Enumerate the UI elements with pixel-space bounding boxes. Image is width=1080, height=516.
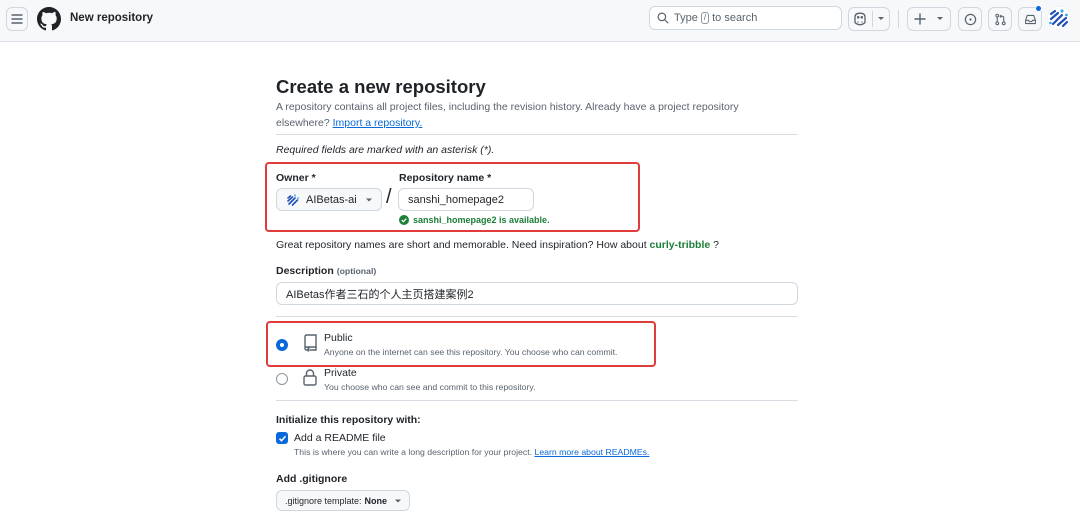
hamburger-icon — [11, 14, 23, 24]
divider — [276, 400, 798, 401]
search-shortcut-key: / — [700, 12, 710, 24]
readme-checkbox[interactable] — [276, 432, 288, 444]
owner-select[interactable]: AIBetas-ai — [276, 188, 382, 211]
repo-name-label: Repository name * — [399, 172, 492, 184]
init-heading: Initialize this repository with: — [276, 414, 421, 426]
pull-request-icon — [994, 13, 1006, 25]
public-radio[interactable] — [276, 339, 288, 351]
github-logo-icon[interactable] — [37, 7, 61, 31]
search-suffix: to search — [712, 12, 758, 24]
availability-message: sanshi_homepage2 is available. — [399, 215, 550, 225]
chevron-down-icon — [366, 198, 372, 202]
avatar-logo-icon — [1047, 6, 1071, 30]
chevron-down-icon — [395, 499, 401, 503]
gitignore-heading: Add .gitignore — [276, 473, 348, 485]
owner-repo-separator: / — [386, 186, 392, 208]
plus-icon — [914, 13, 926, 25]
repo-icon — [304, 334, 317, 352]
divider — [276, 134, 798, 135]
availability-text: sanshi_homepage2 is available. — [413, 215, 550, 225]
description-input[interactable] — [276, 282, 798, 305]
inbox-icon — [1024, 14, 1036, 24]
owner-value: AIBetas-ai — [306, 193, 357, 206]
readme-hint-text: This is where you can write a long descr… — [294, 447, 533, 457]
check-circle-icon — [399, 215, 409, 225]
learn-more-readmes-link[interactable]: Learn more about READMEs. — [534, 447, 649, 457]
lock-icon — [303, 369, 317, 386]
top-header: New repository Type / to search — [0, 0, 1080, 42]
copilot-split — [872, 11, 873, 27]
required-note: Required fields are marked with an aster… — [276, 144, 495, 156]
private-title: Private — [324, 367, 357, 379]
gitignore-prefix: .gitignore template: — [285, 495, 362, 506]
search-prefix: Type — [674, 12, 698, 24]
repository-name-input[interactable] — [398, 188, 534, 211]
public-title: Public — [324, 332, 353, 344]
issue-opened-icon — [964, 13, 976, 25]
pull-requests-button[interactable] — [988, 7, 1012, 31]
gitignore-value: None — [364, 495, 388, 506]
chevron-down-icon[interactable] — [877, 10, 885, 26]
search-input[interactable]: Type / to search — [649, 6, 842, 30]
readme-label[interactable]: Add a README file — [294, 432, 386, 444]
private-radio[interactable] — [276, 373, 288, 385]
divider — [276, 316, 798, 317]
copilot-icon — [854, 12, 866, 26]
public-highlight — [266, 321, 656, 367]
private-description: You choose who can see and commit to thi… — [324, 382, 536, 392]
hint-text: Great repository names are short and mem… — [276, 239, 647, 251]
page-title: New repository — [70, 12, 154, 24]
readme-hint: This is where you can write a long descr… — [294, 447, 649, 457]
import-repository-link[interactable]: Import a repository. — [333, 117, 423, 129]
menu-button[interactable] — [6, 7, 28, 31]
description-label-text: Description — [276, 265, 334, 277]
notification-dot — [1035, 5, 1042, 12]
issues-button[interactable] — [958, 7, 982, 31]
name-hint: Great repository names are short and mem… — [276, 239, 719, 251]
copilot-button[interactable] — [848, 7, 890, 31]
description-label: Description (optional) — [276, 265, 376, 277]
check-icon — [278, 435, 286, 442]
header-divider — [898, 10, 899, 28]
gitignore-select[interactable]: .gitignore template: None — [276, 490, 410, 511]
name-suggestion[interactable]: curly-tribble — [650, 239, 711, 251]
page-subtitle: A repository contains all project files,… — [276, 99, 776, 131]
public-description: Anyone on the internet can see this repo… — [324, 347, 618, 357]
hint-end: ? — [713, 239, 719, 251]
chevron-down-icon — [937, 17, 943, 20]
create-new-button[interactable] — [907, 7, 951, 31]
owner-avatar-icon — [287, 194, 299, 206]
user-avatar[interactable] — [1047, 6, 1071, 30]
search-icon — [657, 12, 669, 24]
page-heading: Create a new repository — [276, 76, 486, 97]
owner-label: Owner * — [276, 172, 316, 184]
optional-tag: (optional) — [336, 266, 377, 276]
